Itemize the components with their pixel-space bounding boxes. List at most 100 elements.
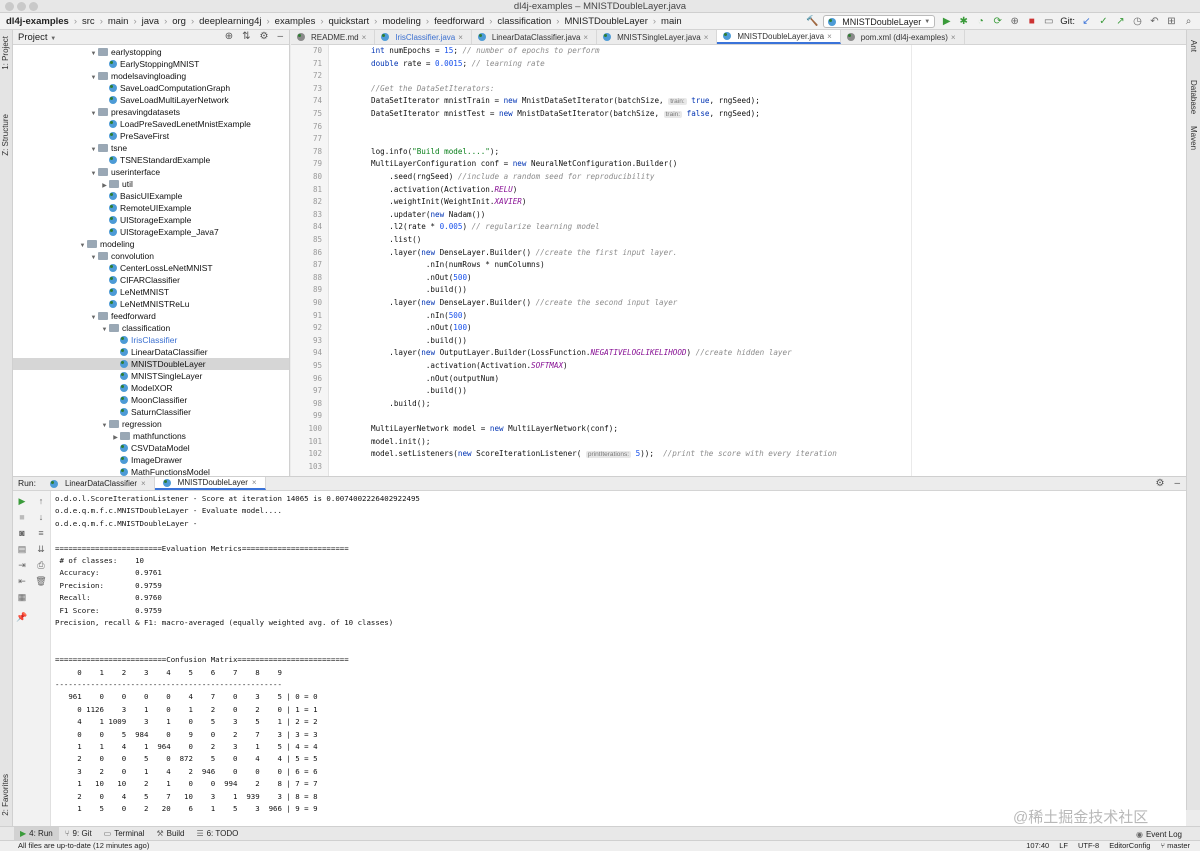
breadcrumb-item[interactable]: main xyxy=(106,16,131,27)
scroll-to-end-icon[interactable]: ⇊ xyxy=(35,543,47,555)
trash-icon[interactable]: 🗑 xyxy=(35,575,47,587)
editor-tab[interactable]: MNISTDoubleLayer.java × xyxy=(717,30,841,44)
collapse-all-icon[interactable]: ⇅ xyxy=(242,31,250,42)
code-line[interactable]: .layer(new DenseLayer.Builder() //create… xyxy=(371,247,677,260)
git-update-icon[interactable]: ↙ xyxy=(1081,16,1092,28)
line-separator[interactable]: LF xyxy=(1059,841,1068,851)
tree-class[interactable]: CIFARClassifier xyxy=(13,274,289,286)
project-tool-tab[interactable]: 1: Project xyxy=(1,36,10,70)
tree-class[interactable]: LeNetMNIST xyxy=(13,286,289,298)
tree-folder[interactable]: ▼ userinterface xyxy=(13,166,289,178)
tree-class[interactable]: ModelXOR xyxy=(13,382,289,394)
settings-icon[interactable]: ⊞ xyxy=(1166,16,1177,28)
history-icon[interactable]: ◷ xyxy=(1132,16,1143,28)
tree-class[interactable]: PreSaveFirst xyxy=(13,130,289,142)
code-line[interactable]: model.setListeners(new ScoreIterationLis… xyxy=(371,448,837,461)
code-line[interactable]: .activation(Activation.SOFTMAX) xyxy=(371,360,568,373)
tree-folder[interactable]: ▼ modeling xyxy=(13,238,289,250)
close-icon[interactable]: × xyxy=(951,31,956,44)
maven-tool-tab[interactable]: Maven xyxy=(1189,126,1198,150)
search-icon[interactable]: ⌕ xyxy=(1183,16,1194,28)
tree-folder[interactable]: ▶ mathfunctions xyxy=(13,430,289,442)
code-line[interactable]: .build()) xyxy=(371,335,467,348)
tree-class[interactable]: SaveLoadMultiLayerNetwork xyxy=(13,94,289,106)
tree-class[interactable]: SaturnClassifier xyxy=(13,406,289,418)
project-view-select[interactable]: Project ▼ xyxy=(18,32,56,43)
code-line[interactable]: DataSetIterator mnistTest = new MnistDat… xyxy=(371,108,760,121)
close-icon[interactable]: × xyxy=(458,31,463,44)
editor-tab[interactable]: IrisClassifier.java × xyxy=(375,30,472,44)
run-configuration-select[interactable]: MNISTDoubleLayer ▼ xyxy=(823,15,936,28)
close-icon[interactable]: × xyxy=(141,478,146,490)
profile-icon[interactable]: ⟳ xyxy=(992,16,1003,28)
code-line[interactable]: .nOut(outputNum) xyxy=(371,373,499,386)
rerun-icon[interactable]: ▶ xyxy=(16,495,28,507)
code-line[interactable]: .updater(new Nadam()) xyxy=(371,209,485,222)
attach-icon[interactable]: ⊕ xyxy=(1009,16,1020,28)
tree-folder[interactable]: ▼ classification xyxy=(13,322,289,334)
build-hammer-icon[interactable]: 🔨 xyxy=(806,16,818,28)
pin-icon[interactable]: 📌 xyxy=(16,611,28,623)
rollback-icon[interactable]: ↶ xyxy=(1149,16,1160,28)
close-window-button[interactable] xyxy=(5,2,14,11)
tree-class[interactable]: SaveLoadComputationGraph xyxy=(13,82,289,94)
code-line[interactable]: double rate = 0.0015; // learning rate xyxy=(371,58,545,71)
run-tab[interactable]: LinearDataClassifier × xyxy=(42,477,155,490)
layout-icon[interactable]: ▭ xyxy=(1043,16,1054,28)
run-tab[interactable]: MNISTDoubleLayer × xyxy=(154,477,266,490)
tree-class[interactable]: MoonClassifier xyxy=(13,394,289,406)
scroll-up-icon[interactable]: ↑ xyxy=(35,495,47,507)
tree-class[interactable]: EarlyStoppingMNIST xyxy=(13,58,289,70)
code-line[interactable]: MultiLayerConfiguration conf = new Neura… xyxy=(371,158,677,171)
bottom-tab[interactable]: ☰ 6: TODO xyxy=(190,827,244,841)
git-branch[interactable]: ⑂ master xyxy=(1160,841,1190,851)
tree-class[interactable]: LinearDataClassifier xyxy=(13,346,289,358)
tree-class[interactable]: LoadPreSavedLenetMnistExample xyxy=(13,118,289,130)
code-line[interactable]: .nOut(100) xyxy=(371,322,472,335)
tree-class[interactable]: ImageDrawer xyxy=(13,454,289,466)
code-line[interactable]: .l2(rate * 0.005) // regularize learning… xyxy=(371,221,599,234)
stop-icon[interactable]: ■ xyxy=(16,511,28,523)
stop-icon[interactable]: ■ xyxy=(1026,16,1037,28)
code-line[interactable]: DataSetIterator mnistTrain = new MnistDa… xyxy=(371,95,760,108)
structure-tool-tab[interactable]: Z: Structure xyxy=(1,114,10,156)
hide-icon[interactable]: – xyxy=(277,31,283,42)
tree-class[interactable]: LeNetMNISTReLu xyxy=(13,298,289,310)
tree-class[interactable]: MNISTDoubleLayer xyxy=(13,358,289,370)
layout-icon[interactable]: ▦ xyxy=(16,591,28,603)
run-icon[interactable]: ▶ xyxy=(941,16,952,28)
tree-class[interactable]: BasicUIExample xyxy=(13,190,289,202)
camera-icon[interactable]: ◙ xyxy=(16,527,28,539)
debug-icon[interactable]: ✱ xyxy=(958,16,969,28)
breadcrumb-item[interactable]: quickstart xyxy=(327,16,372,27)
favorites-tool-tab[interactable]: 2: Favorites xyxy=(1,774,10,816)
export-icon[interactable]: ⇥ xyxy=(16,559,28,571)
bottom-tab[interactable]: ⚒ Build xyxy=(150,827,190,841)
restore-layout-icon[interactable]: ▤ xyxy=(16,543,28,555)
close-icon[interactable]: × xyxy=(827,30,832,43)
code-line[interactable]: .nIn(numRows * numColumns) xyxy=(371,259,545,272)
close-icon[interactable]: × xyxy=(362,31,367,44)
breadcrumb-item[interactable]: deeplearning4j xyxy=(197,16,263,27)
close-icon[interactable]: × xyxy=(252,477,257,489)
code-line[interactable]: model.init(); xyxy=(371,436,430,449)
bottom-tab[interactable]: ▶ 4: Run xyxy=(14,826,59,841)
code-line[interactable]: .build()) xyxy=(371,284,467,297)
code-line[interactable]: .nIn(500) xyxy=(371,310,467,323)
database-tool-tab[interactable]: Database xyxy=(1189,80,1198,114)
tree-folder[interactable]: ▼ modelsavingloading xyxy=(13,70,289,82)
breadcrumb-item[interactable]: feedforward xyxy=(432,16,486,27)
editor-tab[interactable]: MNISTSingleLayer.java × xyxy=(597,30,718,44)
tree-folder[interactable]: ▼ earlystopping xyxy=(13,46,289,58)
tree-folder[interactable]: ▼ feedforward xyxy=(13,310,289,322)
tree-folder[interactable]: ▶ util xyxy=(13,178,289,190)
tree-folder[interactable]: ▼ presavingdatasets xyxy=(13,106,289,118)
code-line[interactable]: int numEpochs = 15; // number of epochs … xyxy=(371,45,600,58)
tree-class[interactable]: MathFunctionsModel xyxy=(13,466,289,476)
editor-tab[interactable]: LinearDataClassifier.java × xyxy=(472,30,598,44)
editorconfig-indicator[interactable]: EditorConfig xyxy=(1109,841,1150,851)
git-commit-icon[interactable]: ✓ xyxy=(1098,16,1109,28)
soft-wrap-icon[interactable]: ≡ xyxy=(35,527,47,539)
breadcrumb-item[interactable]: java xyxy=(140,16,161,27)
breadcrumb-item[interactable]: examples xyxy=(273,16,318,27)
